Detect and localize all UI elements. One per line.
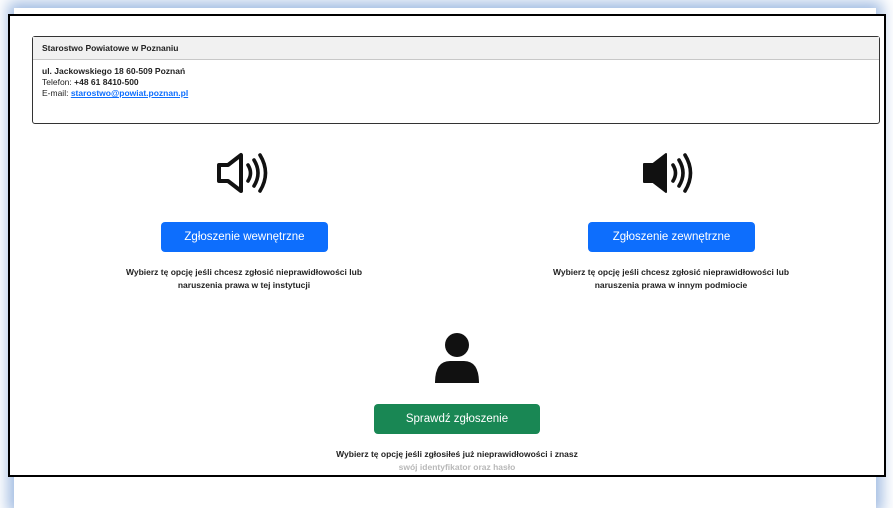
user-icon — [435, 333, 479, 383]
internal-desc-line-2: naruszenia prawa w tej instytucji — [177, 280, 311, 290]
check-report-button[interactable]: Sprawdź zgłoszenie — [374, 404, 540, 434]
internal-report-button[interactable]: Zgłoszenie wewnętrzne — [161, 222, 328, 252]
page-frame: Starostwo Powiatowe w Poznaniu ul. Jacko… — [8, 14, 886, 477]
external-report-description: Wybierz tę opcję jeśli chcesz zgłosić ni… — [501, 266, 841, 292]
email-link[interactable]: starostwo@powiat.poznan.pl — [71, 88, 188, 98]
speaker-outline-icon — [217, 153, 268, 193]
office-info-card: Starostwo Powiatowe w Poznaniu ul. Jacko… — [32, 36, 880, 124]
external-report-button[interactable]: Zgłoszenie zewnętrzne — [588, 222, 755, 252]
email-label: E-mail: — [42, 88, 71, 98]
office-email-line: E-mail: starostwo@powiat.poznan.pl — [42, 88, 870, 99]
internal-report-description: Wybierz tę opcję jeśli chcesz zgłosić ni… — [74, 266, 414, 292]
check-desc-line-1: Wybierz tę opcję jeśli zgłosiłeś już nie… — [336, 449, 578, 459]
check-report-description: Wybierz tę opcję jeśli zgłosiłeś już nie… — [287, 448, 627, 474]
phone-label: Telefon: — [42, 77, 75, 87]
external-desc-line-1: Wybierz tę opcję jeśli chcesz zgłosić ni… — [552, 267, 790, 277]
phone-number: +48 61 8410-500 — [74, 77, 139, 87]
internal-desc-line-1: Wybierz tę opcję jeśli chcesz zgłosić ni… — [125, 267, 363, 277]
office-phone-line: Telefon: +48 61 8410-500 — [42, 77, 870, 88]
external-desc-line-2: naruszenia prawa w innym podmiocie — [594, 280, 748, 290]
check-desc-line-2: swój identyfikator oraz hasło — [398, 462, 516, 472]
office-name: Starostwo Powiatowe w Poznaniu — [33, 37, 879, 60]
office-contact: ul. Jackowskiego 18 60-509 Poznań Telefo… — [33, 60, 879, 105]
office-address: ul. Jackowskiego 18 60-509 Poznań — [42, 66, 186, 76]
speaker-filled-icon — [643, 153, 693, 193]
